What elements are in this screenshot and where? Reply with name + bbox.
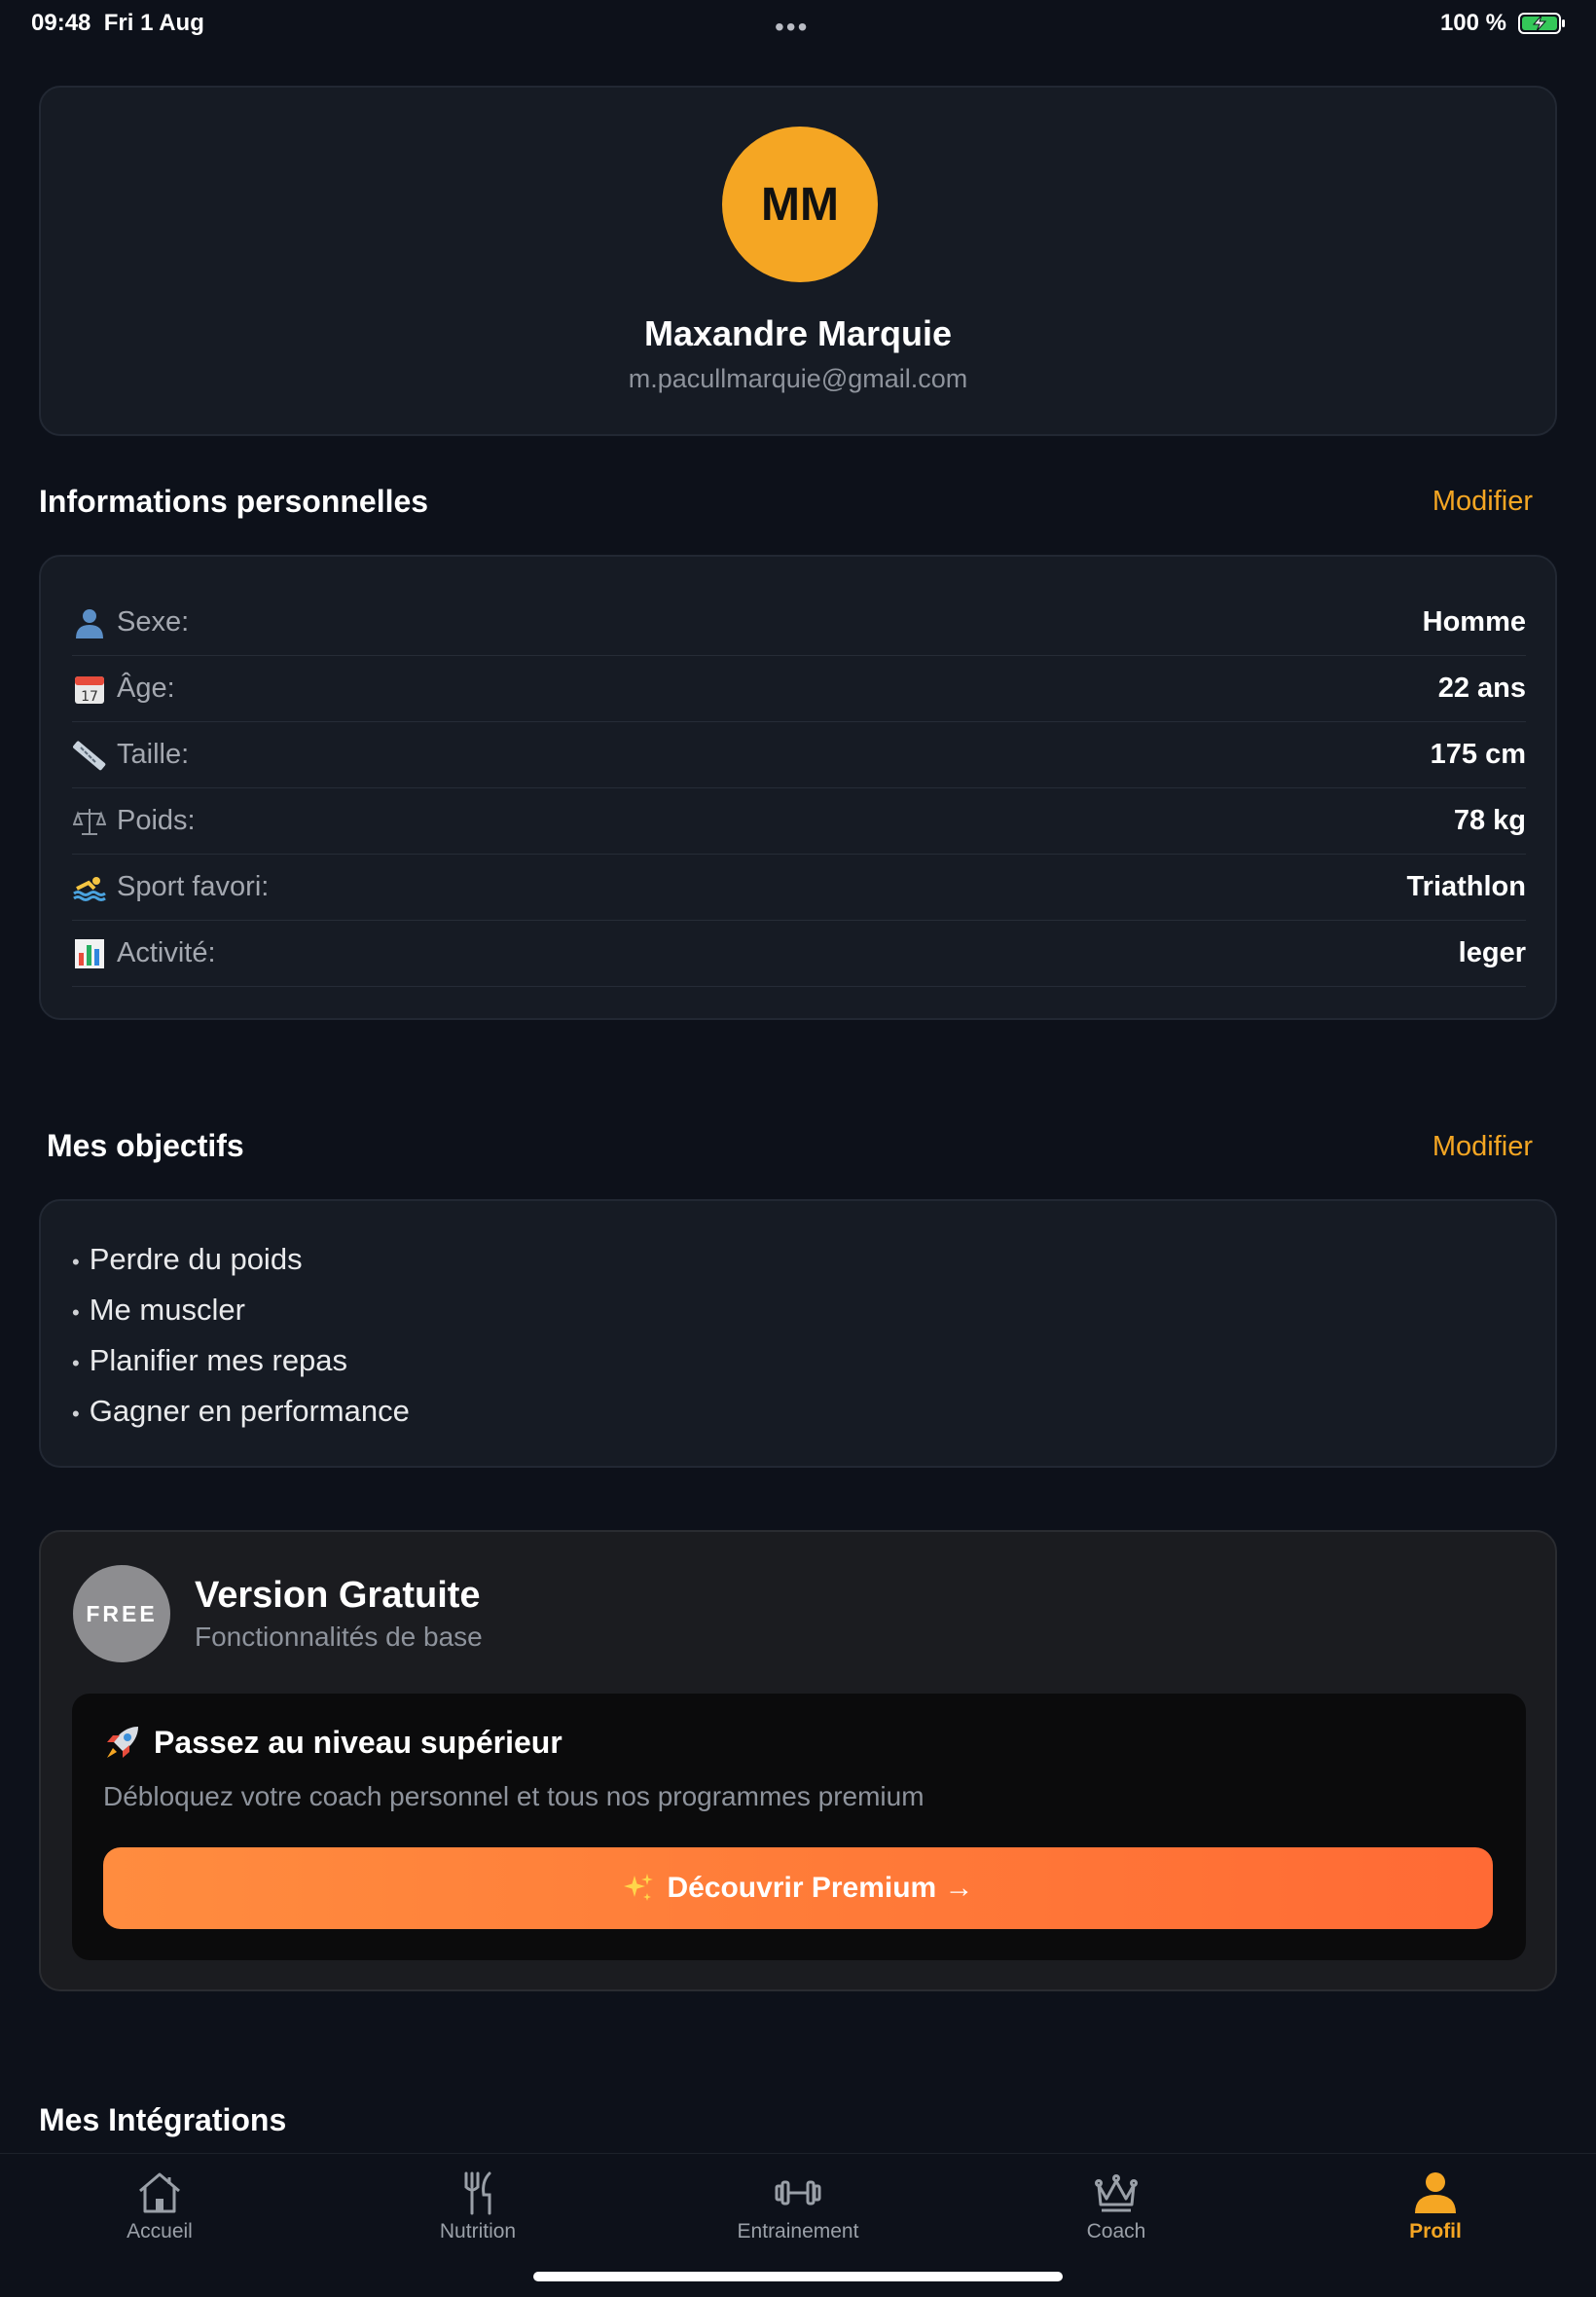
personal-info-card: Sexe: Homme 17 Âge: 22 ans Taille: 175 c… xyxy=(39,555,1557,1020)
info-value: leger xyxy=(1458,937,1526,968)
multitasking-dots[interactable]: ••• xyxy=(775,12,809,43)
goals-card: • Perdre du poids • Me muscler • Planifier … xyxy=(39,1199,1557,1468)
info-value: 175 cm xyxy=(1430,739,1526,770)
svg-text:17: 17 xyxy=(81,689,98,705)
status-time: 09:48 Fri 1 Aug xyxy=(31,10,204,36)
tab-nutrition[interactable]: Nutrition xyxy=(381,2168,575,2245)
list-item: • Gagner en performance xyxy=(72,1394,410,1428)
ruler-icon xyxy=(72,738,107,773)
info-row-sexe: Sexe: Homme xyxy=(72,590,1526,656)
info-value: 22 ans xyxy=(1437,673,1526,704)
info-label: Âge: xyxy=(117,673,175,704)
info-row-poids: Poids: 78 kg xyxy=(72,788,1526,855)
info-row-taille: Taille: 175 cm xyxy=(72,722,1526,788)
tab-label: Profil xyxy=(1409,2220,1462,2242)
tab-coach[interactable]: Coach xyxy=(1019,2168,1214,2245)
list-item: • Me muscler xyxy=(72,1293,245,1327)
info-label: Sexe: xyxy=(117,606,190,638)
swimmer-icon xyxy=(72,870,107,905)
fork-knife-icon xyxy=(464,2171,491,2215)
discover-premium-label: Découvrir Premium → xyxy=(667,1872,974,1904)
battery-percentage: 100 % xyxy=(1439,10,1506,36)
tab-profil[interactable]: Profil xyxy=(1338,2168,1533,2245)
scale-icon xyxy=(72,804,107,839)
info-value: Homme xyxy=(1422,606,1526,638)
upsell-box: Passez au niveau supérieur Débloquez vot… xyxy=(72,1694,1526,1960)
tab-accueil[interactable]: Accueil xyxy=(62,2168,257,2245)
edit-goals-link[interactable]: Modifier xyxy=(1433,1131,1533,1163)
calendar-icon: 17 xyxy=(72,672,107,707)
status-bar: 09:48 Fri 1 Aug ••• 100 % xyxy=(0,0,1596,49)
profile-name: Maxandre Marquie xyxy=(643,313,953,353)
free-badge: FREE xyxy=(73,1565,170,1662)
person-icon xyxy=(1415,2172,1456,2213)
upsell-description: Débloquez votre coach personnel et tous … xyxy=(103,1781,925,1811)
tab-entrainement[interactable]: Entrainement xyxy=(701,2168,895,2245)
goals-title: Mes objectifs xyxy=(47,1128,244,1163)
integrations-title: Mes Intégrations xyxy=(39,2102,287,2137)
subscription-card: FREE Version Gratuite Fonctionnalités de… xyxy=(39,1530,1557,1991)
profile-email: m.pacullmarquie@gmail.com xyxy=(628,364,968,393)
profile-card: MM Maxandre Marquie m.pacullmarquie@gmai… xyxy=(39,86,1557,436)
info-value: 78 kg xyxy=(1453,805,1526,836)
personal-info-title: Informations personnelles xyxy=(39,484,429,519)
list-item: • Perdre du poids xyxy=(72,1242,303,1276)
info-row-sport: Sport favori: Triathlon xyxy=(72,855,1526,921)
bar-chart-icon xyxy=(72,936,107,971)
dumbbell-icon xyxy=(775,2180,821,2206)
edit-personal-info-link[interactable]: Modifier xyxy=(1433,486,1533,518)
list-item: • Planifier mes repas xyxy=(72,1343,348,1377)
rocket-icon xyxy=(107,1727,138,1758)
home-icon xyxy=(139,2172,180,2213)
avatar[interactable]: MM xyxy=(722,127,878,282)
tab-label: Entrainement xyxy=(737,2220,859,2242)
info-label: Sport favori: xyxy=(117,871,270,902)
version-title: Version Gratuite xyxy=(195,1575,481,1616)
info-row-activite: Activité: leger xyxy=(72,921,1526,987)
sparkles-icon xyxy=(624,1874,654,1901)
battery-charging-icon xyxy=(1518,13,1565,34)
info-label: Activité: xyxy=(117,937,216,968)
tab-label: Accueil xyxy=(127,2220,193,2242)
info-row-age: 17 Âge: 22 ans xyxy=(72,656,1526,722)
home-indicator[interactable] xyxy=(533,2272,1063,2281)
tab-label: Coach xyxy=(1086,2220,1146,2242)
crown-icon xyxy=(1095,2174,1138,2212)
person-icon xyxy=(72,605,107,640)
version-subtitle: Fonctionnalités de base xyxy=(195,1622,483,1652)
info-label: Poids: xyxy=(117,805,196,836)
info-value: Triathlon xyxy=(1406,871,1526,902)
tab-label: Nutrition xyxy=(439,2220,517,2242)
info-label: Taille: xyxy=(117,739,190,770)
upsell-title: Passez au niveau supérieur xyxy=(154,1725,562,1760)
discover-premium-button[interactable]: Découvrir Premium → xyxy=(103,1847,1493,1929)
